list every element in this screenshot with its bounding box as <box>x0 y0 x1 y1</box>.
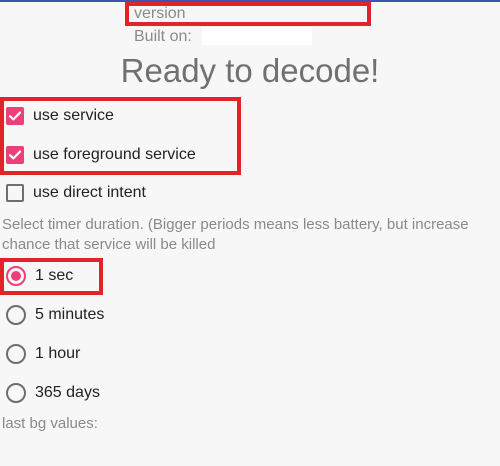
version-label: version <box>134 5 186 22</box>
use-service-label: use service <box>33 107 114 124</box>
timer-option-5-minutes[interactable]: 5 minutes <box>6 301 104 329</box>
timer-option-label: 1 sec <box>35 267 74 284</box>
use-direct-intent-label: use direct intent <box>33 184 146 201</box>
radio-selected-icon <box>6 266 26 286</box>
use-foreground-service-checkbox[interactable]: use foreground service <box>6 141 196 169</box>
checkbox-unchecked-icon <box>6 184 24 202</box>
use-service-checkbox[interactable]: use service <box>6 102 114 130</box>
checkbox-checked-icon <box>6 146 24 164</box>
use-direct-intent-checkbox[interactable]: use direct intent <box>6 179 146 207</box>
built-on-value <box>202 27 312 45</box>
timer-option-label: 365 days <box>35 384 100 401</box>
radio-unselected-icon <box>6 383 26 403</box>
timer-option-label: 5 minutes <box>35 306 105 323</box>
built-on-label: Built on: <box>134 28 192 45</box>
radio-unselected-icon <box>6 305 26 325</box>
timer-duration-hint: Select timer duration. (Bigger periods m… <box>2 216 469 253</box>
page-title: Ready to decode! <box>120 52 380 89</box>
timer-option-label: 1 hour <box>35 345 81 362</box>
timer-option-1-sec[interactable]: 1 sec <box>6 262 73 290</box>
checkbox-checked-icon <box>6 107 24 125</box>
radio-unselected-icon <box>6 344 26 364</box>
timer-option-365-days[interactable]: 365 days <box>6 379 100 407</box>
use-foreground-service-label: use foreground service <box>33 146 196 163</box>
status-bar-line <box>0 0 500 2</box>
timer-option-1-hour[interactable]: 1 hour <box>6 340 80 368</box>
last-bg-values-label: last bg values: <box>2 415 98 432</box>
